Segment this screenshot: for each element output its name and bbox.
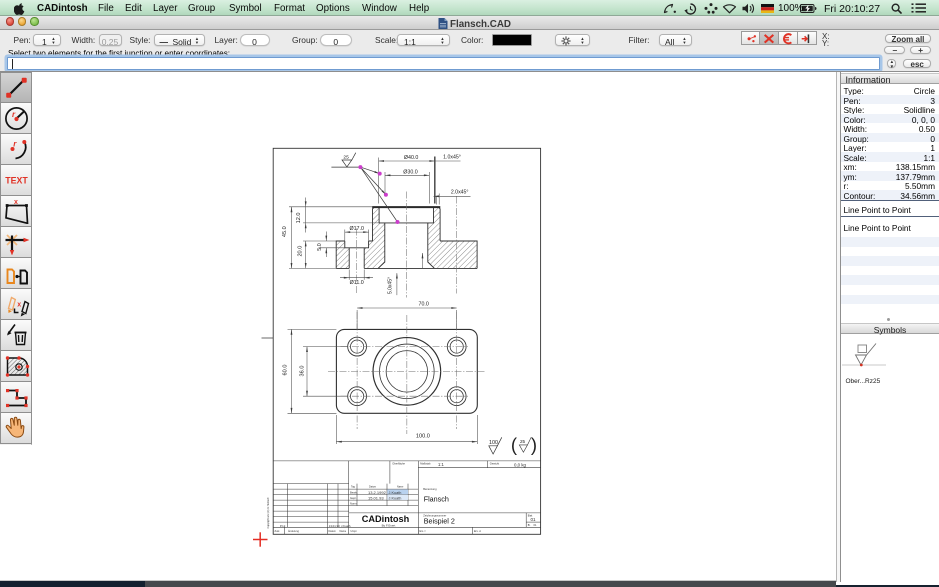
svg-text:Benennung: Benennung: [423, 487, 437, 491]
svg-text:Änderung: Änderung: [288, 530, 299, 533]
svg-text:20.0: 20.0: [297, 245, 303, 256]
svg-text:5.0x45°: 5.0x45°: [387, 276, 393, 293]
svg-text:100: 100: [489, 439, 498, 445]
svg-text:Gewicht: Gewicht: [489, 461, 499, 465]
svg-text:45.0: 45.0: [281, 226, 287, 237]
svg-text:CADintosh: CADintosh: [361, 513, 409, 523]
svg-text:Ø30.0: Ø30.0: [403, 169, 417, 175]
svg-text:01: 01: [533, 523, 536, 527]
svg-text:Ers. f.: Ers. f.: [419, 530, 426, 533]
svg-text:x: x: [17, 302, 21, 309]
svg-text:13.01.93: 13.01.93: [328, 524, 339, 528]
svg-text:36.0: 36.0: [299, 365, 305, 376]
svg-text:Name: Name: [339, 530, 346, 533]
svg-text:25: 25: [343, 154, 349, 160]
svg-text:12.0: 12.0: [296, 212, 302, 223]
svg-text:Norm: Norm: [350, 501, 357, 505]
svg-text:J.Kuath: J.Kuath: [388, 496, 401, 500]
svg-text:Beispiel 2: Beispiel 2: [423, 516, 454, 525]
svg-text:2.0x45°: 2.0x45°: [450, 189, 468, 195]
svg-text:60.0: 60.0: [282, 364, 288, 375]
svg-text:Copyright and (R) Fr.Hentsch: Copyright and (R) Fr.Hentsch: [267, 496, 270, 528]
svg-text:Ø11.0: Ø11.0: [349, 279, 363, 285]
svg-text:Ø17.0: Ø17.0: [349, 226, 363, 232]
svg-text:5.0: 5.0: [317, 243, 323, 250]
svg-text:Ø40.0: Ø40.0: [403, 154, 417, 160]
svg-text:P.12: P.12: [279, 524, 285, 528]
svg-text:15.01.93: 15.01.93: [368, 495, 384, 500]
svg-text:Maßstab: Maßstab: [420, 461, 431, 465]
svg-text:0,0 kg: 0,0 kg: [514, 462, 527, 467]
svg-text:Bl.: Bl.: [527, 525, 530, 527]
svg-text:Name: Name: [397, 485, 404, 488]
svg-text:By F.Evert: By F.Evert: [381, 523, 395, 527]
svg-text:13.2.1992: 13.2.1992: [368, 489, 387, 494]
svg-text:Datum: Datum: [328, 530, 335, 533]
svg-text:100.0: 100.0: [415, 433, 429, 439]
svg-text:01: 01: [530, 517, 536, 522]
svg-text:): ): [530, 434, 536, 455]
svg-text:J.Kuath: J.Kuath: [388, 490, 401, 494]
svg-text:Tag: Tag: [351, 485, 356, 488]
svg-text:r: r: [13, 140, 17, 149]
svg-text:(: (: [510, 434, 517, 455]
svg-text:Zust: Zust: [274, 530, 279, 533]
svg-text:J.Kuath: J.Kuath: [341, 524, 351, 528]
svg-text:TEXT: TEXT: [5, 176, 28, 186]
svg-text:Oberfläche: Oberfläche: [392, 461, 405, 465]
svg-text:x: x: [14, 199, 18, 206]
svg-text:Ers. d.: Ers. d.: [474, 530, 482, 533]
svg-text:Gepr.: Gepr.: [350, 495, 357, 499]
svg-text:Bearb.: Bearb.: [350, 490, 358, 494]
svg-text:25: 25: [519, 438, 525, 443]
svg-text:1:1: 1:1: [438, 462, 444, 467]
svg-text:Flansch: Flansch: [423, 494, 448, 503]
svg-text:Urspr.: Urspr.: [350, 530, 357, 533]
svg-text:Datum: Datum: [369, 485, 376, 488]
svg-text:Ober...Rz25: Ober...Rz25: [846, 378, 881, 385]
svg-text:1.0x45°: 1.0x45°: [443, 154, 461, 160]
svg-text:70.0: 70.0: [418, 301, 428, 307]
